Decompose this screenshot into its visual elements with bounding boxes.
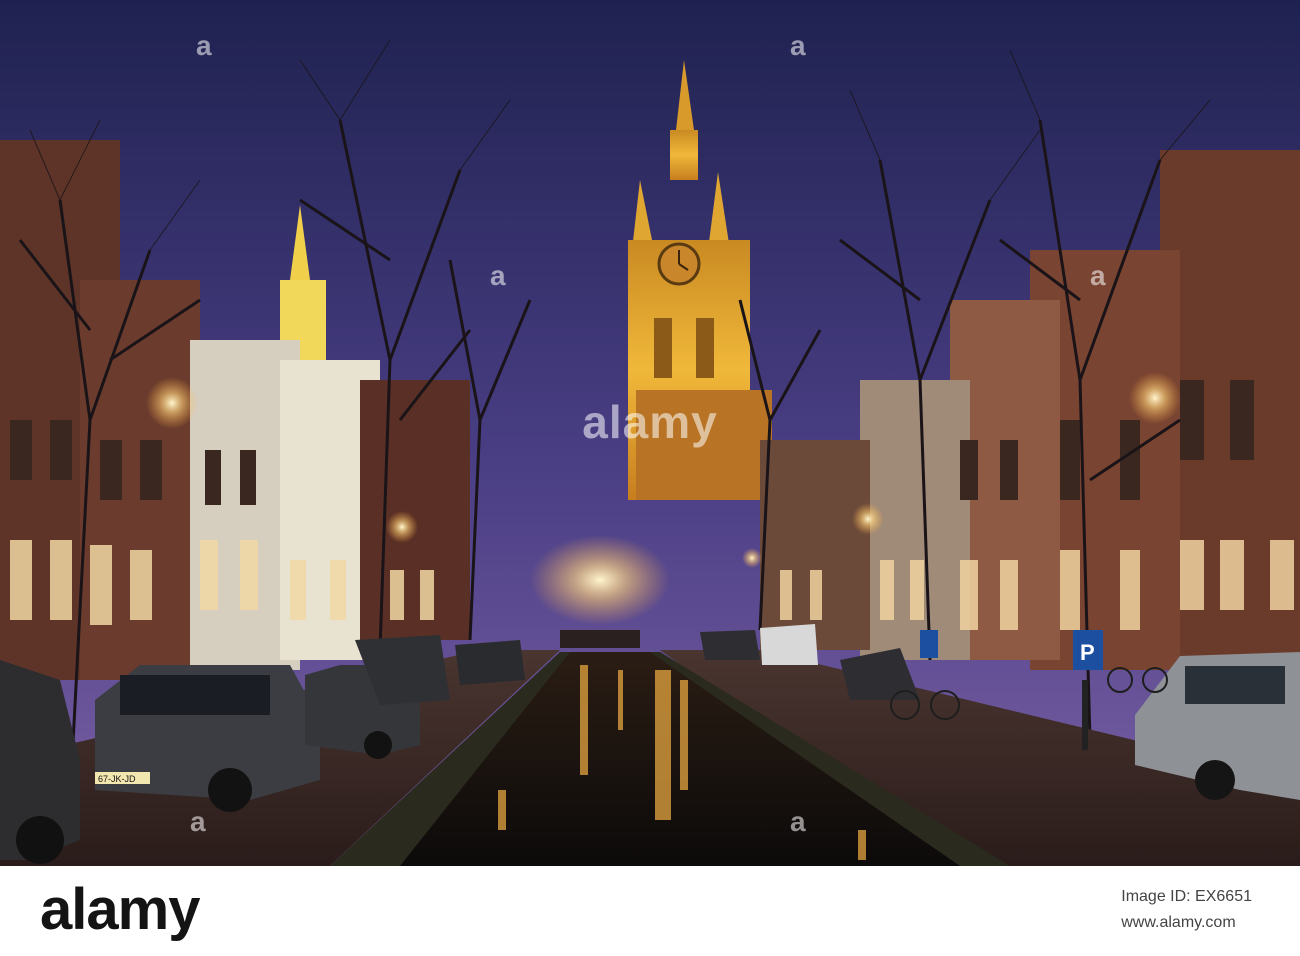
license-plate-text: 67-JK-JD (98, 774, 136, 784)
svg-text:P: P (1080, 640, 1095, 665)
site-url[interactable]: www.alamy.com (1121, 910, 1252, 936)
image-info: Image ID: EX6651 www.alamy.com (1121, 884, 1252, 936)
distant-bridge (560, 630, 640, 648)
canal-night-photo: 67-JK-JD P (0, 0, 1300, 866)
distant-light-glow (530, 535, 670, 625)
image-id: Image ID: EX6651 (1121, 888, 1252, 905)
footer-bar: alamy Image ID: EX6651 www.alamy.com (0, 866, 1300, 956)
alamy-logo[interactable]: alamy (40, 876, 200, 943)
